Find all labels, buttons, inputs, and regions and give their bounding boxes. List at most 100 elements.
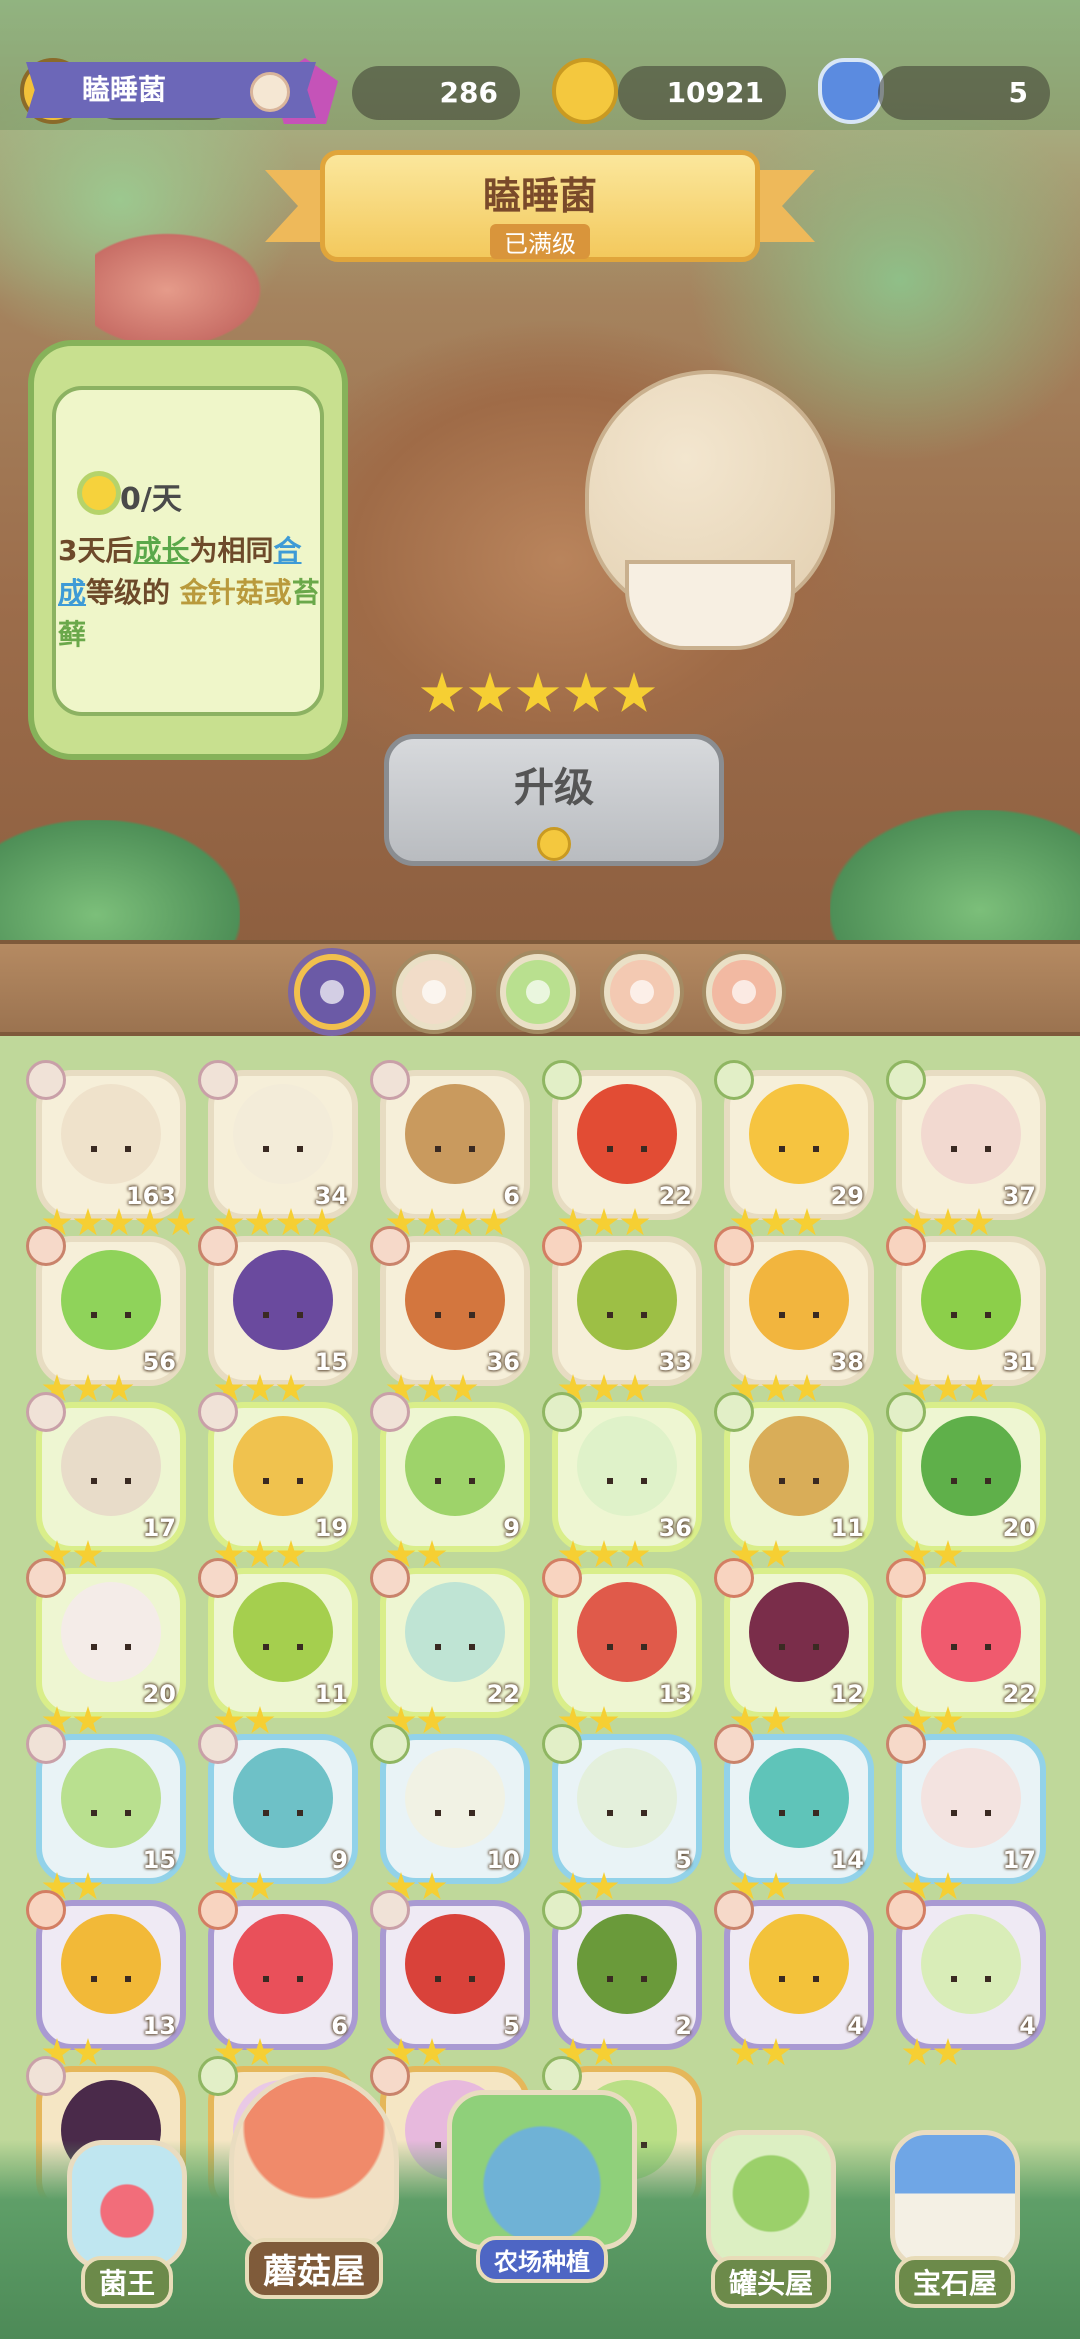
collection-card[interactable]: 56 <box>26 1226 186 1402</box>
collection-card[interactable]: 163 <box>26 1060 196 1236</box>
card-count: 11 <box>830 1514 864 1542</box>
nav-gem-house[interactable]: 宝石屋 <box>880 2130 1030 2308</box>
collection-card[interactable]: 22 <box>542 1060 702 1236</box>
creature-eyes <box>779 1478 819 1484</box>
sun-flower-icon <box>82 476 116 510</box>
bug-type-icon <box>198 1558 238 1598</box>
collection-card[interactable]: 33 <box>542 1226 702 1402</box>
fruit-type-icon <box>886 1558 926 1598</box>
collection-card[interactable]: 6 <box>198 1890 358 2066</box>
collection-card[interactable]: 15 <box>26 1724 186 1900</box>
all-filter[interactable] <box>294 954 370 1030</box>
vegetable-type-icon <box>370 1724 410 1764</box>
creature-eyes <box>607 1146 647 1152</box>
item-title: 瞌睡菌 <box>482 174 597 218</box>
bug-filter[interactable] <box>604 954 680 1030</box>
collection-card[interactable]: 5 <box>542 1724 702 1900</box>
creature-portrait <box>749 1748 849 1848</box>
collection-card[interactable]: 11 <box>198 1558 358 1734</box>
star-icon <box>417 1706 447 1734</box>
star-icon <box>307 1208 337 1236</box>
collection-card[interactable]: 29 <box>714 1060 874 1236</box>
nav-king[interactable]: 菌王 <box>52 2140 202 2308</box>
coin-count: 10921 <box>666 76 764 109</box>
collection-card[interactable]: 4 <box>714 1890 874 2066</box>
star-icon <box>964 1208 994 1236</box>
nav-farm[interactable]: 农场种植 <box>432 2090 652 2283</box>
collection-card[interactable]: 4 <box>886 1890 1046 2066</box>
collection-card[interactable]: 36 <box>542 1392 702 1568</box>
star-icon <box>417 1208 447 1236</box>
nav-mushroom-house[interactable]: 蘑菇屋 <box>214 2072 414 2299</box>
star-icon <box>933 1872 963 1900</box>
collection-card[interactable]: 31 <box>886 1226 1046 1402</box>
blue-potion-icon[interactable] <box>818 58 884 124</box>
nav-jar-house[interactable]: 罐头屋 <box>696 2130 846 2308</box>
vegetable-filter[interactable] <box>500 954 576 1030</box>
mushroom-coin-icon[interactable] <box>552 58 618 124</box>
creature-eyes <box>607 1810 647 1816</box>
creature-portrait <box>405 1914 505 2014</box>
collection-card[interactable]: 13 <box>26 1890 186 2066</box>
desc-part: 为相同 <box>189 534 274 567</box>
creature-portrait <box>577 1914 677 2014</box>
collection-card[interactable]: 6 <box>370 1060 530 1236</box>
vegetable-type-icon <box>714 1060 754 1100</box>
creature-eyes <box>951 1146 991 1152</box>
collection-card[interactable]: 22 <box>886 1558 1046 1734</box>
collection-card[interactable]: 20 <box>26 1558 186 1734</box>
creature-portrait <box>921 1250 1021 1350</box>
mushroom-face <box>625 560 795 650</box>
upgrade-button[interactable]: 升级 <box>384 734 724 866</box>
item-description: 3天后成长为相同合成等级的 金针菇或苔藓 <box>58 530 328 656</box>
bug-type-icon <box>26 1226 66 1266</box>
creature-portrait <box>749 1582 849 1682</box>
card-count: 14 <box>830 1846 864 1874</box>
watering-can-icon <box>447 2090 637 2250</box>
card-count: 11 <box>314 1680 348 1708</box>
collection-card[interactable]: 38 <box>714 1226 874 1402</box>
star-icon <box>245 1706 275 1734</box>
star-icon <box>73 1540 103 1568</box>
collection-card[interactable]: 14 <box>714 1724 874 1900</box>
fruit-filter[interactable] <box>706 954 782 1030</box>
creature-portrait <box>749 1416 849 1516</box>
creature-eyes <box>779 1312 819 1318</box>
card-count: 12 <box>830 1680 864 1708</box>
collection-card[interactable]: 19 <box>198 1392 358 1568</box>
coin-counter: 10921 <box>618 66 786 120</box>
collection-card[interactable]: 37 <box>886 1060 1046 1236</box>
collection-card[interactable]: 9 <box>370 1392 530 1568</box>
card-count: 6 <box>503 1182 520 1210</box>
collection-card[interactable]: 36 <box>370 1226 530 1402</box>
creature-eyes <box>91 1312 131 1318</box>
card-count: 17 <box>142 1514 176 1542</box>
mushroom-type-icon <box>26 1392 66 1432</box>
collection-card[interactable]: 11 <box>714 1392 874 1568</box>
card-count: 10 <box>486 1846 520 1874</box>
card-count: 6 <box>331 2012 348 2040</box>
collection-card[interactable]: 22 <box>370 1558 530 1734</box>
collection-card[interactable]: 2 <box>542 1890 702 2066</box>
card-count: 17 <box>1002 1846 1036 1874</box>
star-icon <box>245 2038 275 2066</box>
grow-link[interactable]: 成长 <box>133 534 189 567</box>
collection-card[interactable]: 17 <box>26 1392 186 1568</box>
star-icon <box>417 1540 447 1568</box>
collection-card[interactable]: 13 <box>542 1558 702 1734</box>
star-icon <box>448 1208 478 1236</box>
mushroom-filter[interactable] <box>396 954 472 1030</box>
collection-card[interactable]: 5 <box>370 1890 530 2066</box>
collection-card[interactable]: 15 <box>198 1226 358 1402</box>
creature-portrait <box>61 1914 161 2014</box>
mushroom-type-icon <box>26 2056 66 2096</box>
nav-gem-label: 宝石屋 <box>894 2256 1015 2308</box>
collection-card[interactable]: 34 <box>198 1060 358 1236</box>
collection-card[interactable]: 10 <box>370 1724 530 1900</box>
collection-card[interactable]: 20 <box>886 1392 1046 1568</box>
collection-card[interactable]: 9 <box>198 1724 358 1900</box>
collection-card[interactable]: 12 <box>714 1558 874 1734</box>
creature-portrait <box>405 1748 505 1848</box>
collection-card[interactable]: 17 <box>886 1724 1046 1900</box>
mushroom-icon <box>422 980 446 1004</box>
